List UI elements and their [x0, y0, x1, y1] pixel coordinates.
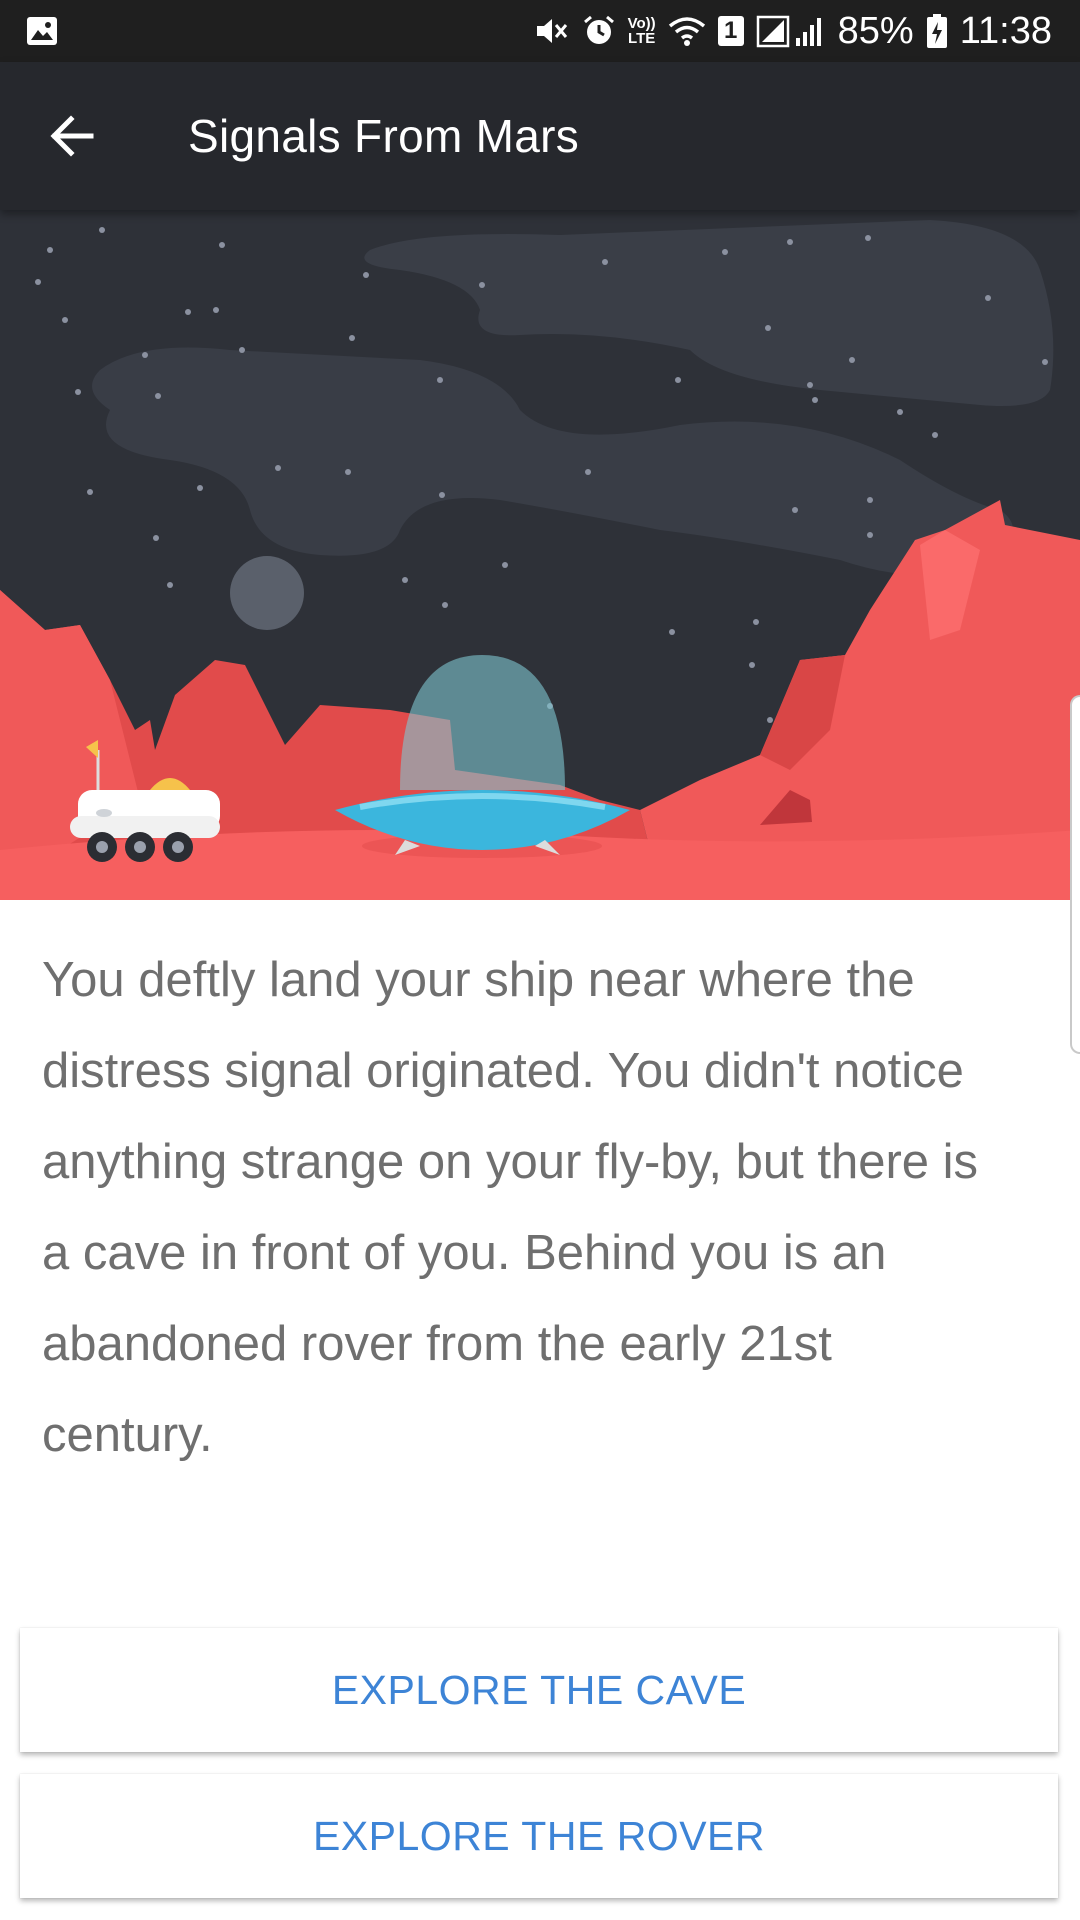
volte-bottom-label: LTE: [628, 30, 656, 47]
battery-percent: 85%: [837, 9, 914, 52]
alarm-icon: [582, 14, 616, 48]
clock: 11:38: [959, 9, 1052, 52]
explore-rover-button[interactable]: EXPLORE THE ROVER: [20, 1774, 1058, 1898]
page-title: Signals From Mars: [188, 110, 580, 162]
edge-panel-handle[interactable]: [1070, 695, 1080, 1054]
status-bar: Vo)) LTE 1 85% 11:38: [0, 0, 1080, 62]
status-icons: Vo)) LTE 1 85% 11:38: [534, 0, 1052, 62]
explore-cave-button[interactable]: EXPLORE THE CAVE: [20, 1628, 1058, 1752]
gallery-icon: [26, 16, 58, 51]
volte-icon: Vo)) LTE: [628, 16, 656, 46]
volte-top-label: Vo)): [627, 15, 656, 32]
battery-icon: [926, 13, 948, 49]
moon: [230, 556, 304, 630]
arrow-back-icon: [47, 111, 97, 166]
signal-icon: [756, 14, 826, 48]
back-button[interactable]: [30, 96, 114, 180]
hero-illustration: [0, 210, 1080, 900]
wifi-icon: [668, 15, 706, 47]
app-bar: Signals From Mars: [0, 62, 1080, 210]
mute-icon: [534, 14, 570, 48]
story-text: You deftly land your ship near where the…: [42, 953, 979, 1462]
sim-icon: 1: [717, 16, 744, 46]
